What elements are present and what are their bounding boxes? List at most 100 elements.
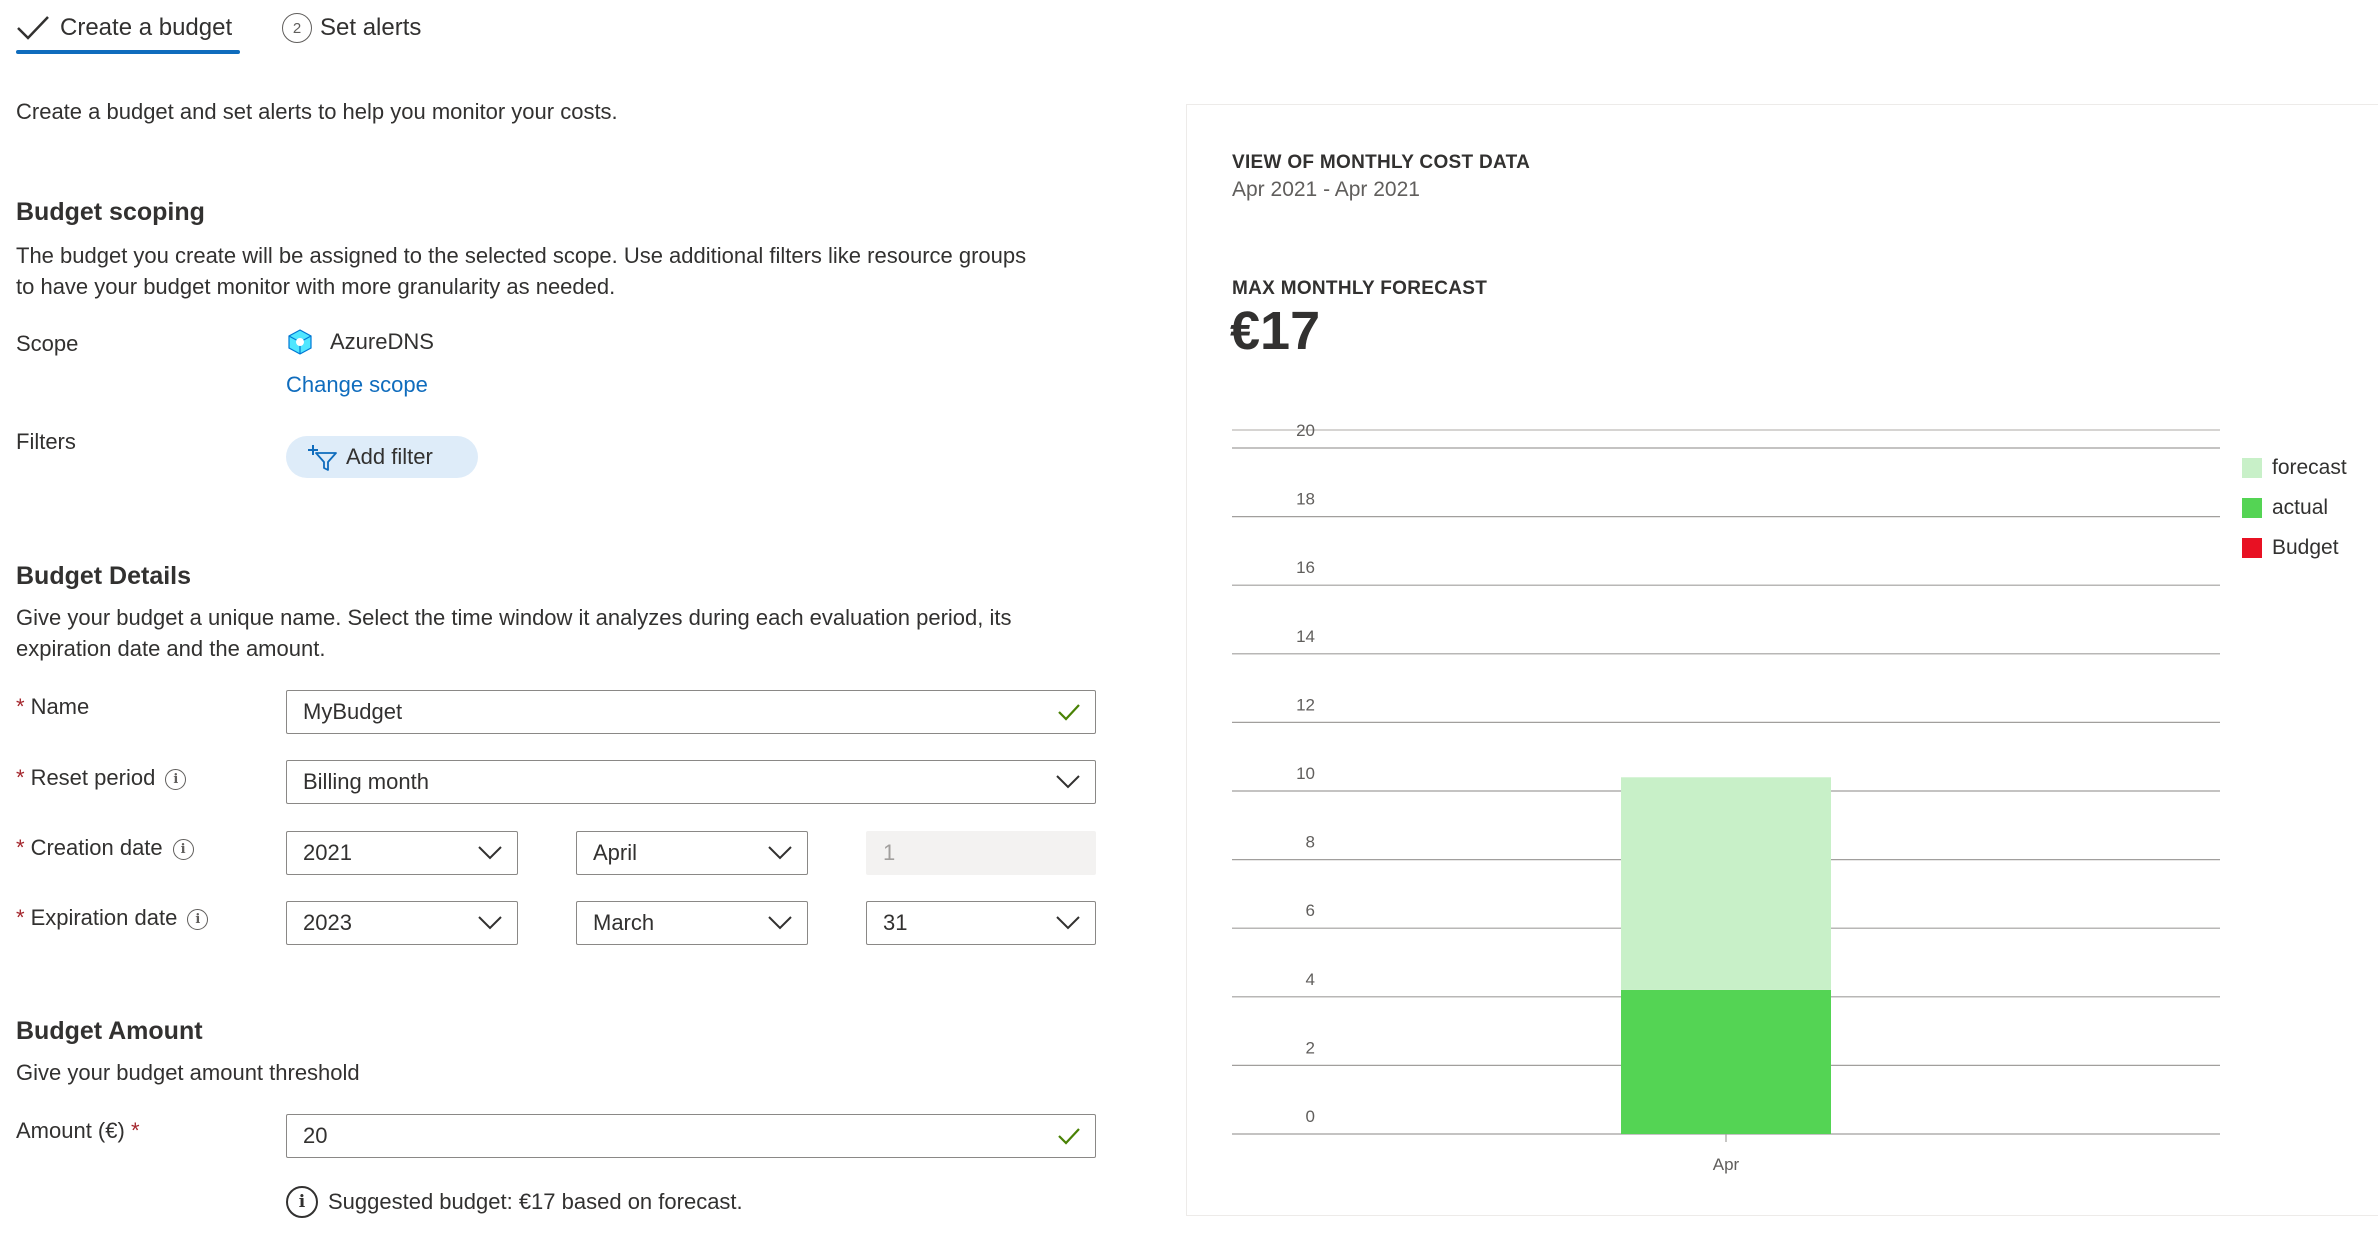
- scope-label: Scope: [16, 331, 79, 356]
- bar-forecast: [1621, 777, 1831, 990]
- expiration-date-label: * Expiration date i: [16, 905, 209, 931]
- reset-period-label: * Reset period i: [16, 765, 187, 791]
- forecast-title: MAX MONTHLY FORECAST: [1232, 278, 1488, 299]
- monthly-cost-chart: 0 2 4 6 8 10 12 14 16 18 20 Apr: [1232, 421, 2220, 1174]
- creation-day-field: 1: [866, 831, 1096, 875]
- y-tick-label: 14: [1296, 627, 1315, 646]
- step-number-icon: 2: [282, 13, 312, 43]
- creation-date-label: * Creation date i: [16, 835, 194, 861]
- add-filter-icon: [308, 445, 337, 471]
- budget-details-heading: Budget Details: [16, 562, 192, 590]
- scoping-description-line1: The budget you create will be assigned t…: [16, 243, 1027, 268]
- panel-date-range: Apr 2021 - Apr 2021: [1232, 178, 1420, 201]
- suggested-budget-hint: i Suggested budget: €17 based on forecas…: [286, 1186, 743, 1218]
- details-description-line2: expiration date and the amount.: [16, 636, 326, 661]
- reset-period-value: Billing month: [303, 769, 429, 794]
- name-label: * Name: [16, 694, 89, 720]
- required-asterisk: *: [130, 1118, 140, 1143]
- expiration-day-dropdown[interactable]: 31: [866, 901, 1096, 945]
- panel-title: VIEW OF MONTHLY COST DATA: [1232, 152, 1531, 173]
- creation-date-label-text: Creation date: [30, 835, 163, 860]
- name-value: MyBudget: [303, 699, 403, 724]
- chevron-down-icon: [478, 846, 502, 860]
- amount-label: Amount (€) *: [16, 1118, 146, 1144]
- legend-swatch-forecast: [2242, 458, 2262, 478]
- required-asterisk: *: [16, 835, 25, 860]
- active-tab-indicator: [16, 50, 240, 54]
- chevron-down-icon: [768, 916, 792, 930]
- resource-cube-icon: [288, 329, 312, 355]
- budget-scoping-heading: Budget scoping: [16, 198, 205, 226]
- chevron-down-icon: [1056, 775, 1080, 789]
- legend-label: Budget: [2272, 536, 2339, 559]
- required-asterisk: *: [16, 765, 25, 790]
- legend-swatch-actual: [2242, 498, 2262, 518]
- details-description-line1: Give your budget a unique name. Select t…: [16, 605, 1012, 630]
- amount-input[interactable]: 20: [286, 1114, 1096, 1158]
- valid-check-icon: [1058, 704, 1080, 721]
- creation-day-value: 1: [883, 840, 896, 865]
- y-tick-label: 16: [1296, 558, 1315, 577]
- chart-legend: forecast actual Budget: [2242, 448, 2347, 568]
- y-tick-label: 8: [1306, 833, 1315, 852]
- tab-create-budget[interactable]: Create a budget: [16, 6, 232, 50]
- legend-label: forecast: [2272, 456, 2347, 479]
- filters-label: Filters: [16, 429, 76, 454]
- expiration-day-value: 31: [883, 910, 908, 935]
- y-tick-label: 0: [1306, 1107, 1315, 1126]
- creation-month-dropdown[interactable]: April: [576, 831, 808, 875]
- creation-year-value: 2021: [303, 840, 352, 865]
- reset-period-dropdown[interactable]: Billing month: [286, 760, 1096, 804]
- amount-description: Give your budget amount threshold: [16, 1060, 360, 1085]
- x-tick-label: Apr: [1713, 1155, 1740, 1174]
- required-asterisk: *: [16, 694, 25, 719]
- legend-item-actual: actual: [2242, 488, 2347, 528]
- scoping-description-line2: to have your budget monitor with more gr…: [16, 274, 616, 299]
- name-input[interactable]: MyBudget: [286, 690, 1096, 734]
- creation-year-dropdown[interactable]: 2021: [286, 831, 518, 875]
- expiration-month-dropdown[interactable]: March: [576, 901, 808, 945]
- name-label-text: Name: [30, 694, 90, 719]
- chevron-down-icon: [478, 916, 502, 930]
- suggested-budget-text: Suggested budget: €17 based on forecast.: [328, 1189, 743, 1214]
- creation-month-value: April: [593, 840, 638, 865]
- y-tick-label: 4: [1306, 970, 1315, 989]
- legend-item-forecast: forecast: [2242, 448, 2347, 488]
- intro-text: Create a budget and set alerts to help y…: [16, 99, 618, 124]
- y-tick-label: 12: [1296, 695, 1315, 714]
- amount-label-text: Amount (€): [16, 1118, 125, 1143]
- info-icon: i: [286, 1186, 318, 1218]
- bar-actual: [1621, 989, 1831, 1134]
- chevron-down-icon: [768, 846, 792, 860]
- forecast-value: €17: [1230, 301, 1321, 361]
- y-tick-label: 10: [1296, 764, 1315, 783]
- expiration-year-value: 2023: [303, 910, 352, 935]
- legend-item-budget: Budget: [2242, 528, 2347, 568]
- scope-name: AzureDNS: [330, 329, 434, 354]
- valid-check-icon: [1058, 1128, 1080, 1145]
- y-tick-label: 6: [1306, 901, 1315, 920]
- expiration-year-dropdown[interactable]: 2023: [286, 901, 518, 945]
- expiration-month-value: March: [593, 910, 655, 935]
- y-tick-label: 20: [1296, 421, 1315, 440]
- tab-set-alerts[interactable]: 2 Set alerts: [282, 6, 421, 50]
- reset-period-label-text: Reset period: [30, 765, 156, 790]
- change-scope-link[interactable]: Change scope: [286, 372, 428, 398]
- legend-swatch-budget: [2242, 538, 2262, 558]
- add-filter-button[interactable]: Add filter: [286, 436, 478, 478]
- add-filter-label: Add filter: [346, 444, 433, 469]
- info-icon[interactable]: i: [187, 909, 209, 930]
- info-icon[interactable]: i: [172, 839, 194, 860]
- tab-label: Create a budget: [60, 14, 233, 41]
- budget-amount-heading: Budget Amount: [16, 1017, 203, 1045]
- amount-value: 20: [303, 1123, 328, 1148]
- tab-label: Set alerts: [320, 14, 422, 41]
- expiration-date-label-text: Expiration date: [30, 905, 178, 930]
- scope-value: AzureDNS: [286, 328, 434, 356]
- y-tick-label: 2: [1306, 1038, 1315, 1057]
- y-tick-label: 18: [1296, 490, 1315, 509]
- legend-label: actual: [2272, 496, 2329, 519]
- info-icon[interactable]: i: [165, 769, 187, 790]
- chevron-down-icon: [1056, 916, 1080, 930]
- required-asterisk: *: [16, 905, 25, 930]
